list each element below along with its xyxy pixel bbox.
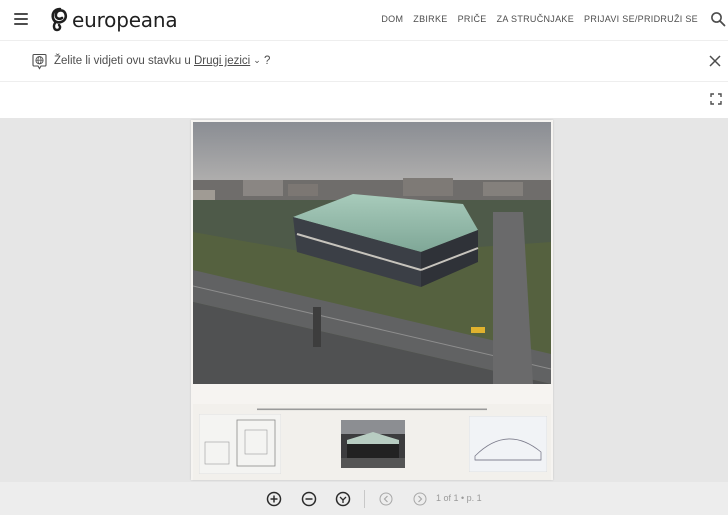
menu-icon[interactable] xyxy=(14,13,28,26)
main-photograph xyxy=(193,122,551,384)
image-viewer[interactable] xyxy=(0,118,728,482)
translation-prompt-suffix: ? xyxy=(260,55,271,67)
translation-prompt-prefix: Želite li vidjeti ovu stavku u xyxy=(54,55,194,67)
chevron-down-icon[interactable]: ⌄ xyxy=(253,55,261,66)
nav-item-zbirke[interactable]: ZBIRKE xyxy=(413,14,447,24)
nav-item-dom[interactable]: DOM xyxy=(381,14,403,24)
zoom-in-icon[interactable] xyxy=(266,491,282,507)
other-languages-link[interactable]: Drugi jezici xyxy=(194,55,250,67)
nav-item-prijavi-se[interactable]: PRIJAVI SE/PRIDRUŽI SE xyxy=(584,14,698,24)
section-drawing xyxy=(469,416,547,472)
reset-zoom-icon[interactable] xyxy=(335,491,351,507)
nav-item-za-strucnjake[interactable]: ZA STRUČNJAKE xyxy=(497,14,574,24)
floor-plan-drawing xyxy=(199,414,281,474)
translation-bar: Želite li vidjeti ovu stavku u Drugi jez… xyxy=(0,40,728,82)
viewer-controls: 1 of 1 • p. 1 xyxy=(0,482,728,515)
photo-sheet xyxy=(191,120,553,480)
fullscreen-icon[interactable] xyxy=(710,93,722,105)
controls-divider xyxy=(364,490,365,508)
close-icon[interactable] xyxy=(708,54,722,68)
contact-strip xyxy=(193,404,551,480)
search-icon[interactable] xyxy=(710,11,726,27)
previous-page-icon[interactable] xyxy=(378,491,394,507)
page-indicator: 1 of 1 • p. 1 xyxy=(436,493,482,503)
viewer-toolbar xyxy=(0,82,728,118)
logo-text: europeana xyxy=(72,8,178,32)
europeana-logo[interactable]: europeana xyxy=(50,7,178,33)
nav-item-price[interactable]: PRIČE xyxy=(458,14,487,24)
building-photo-thumbnail xyxy=(341,420,405,468)
main-nav: DOM ZBIRKE PRIČE ZA STRUČNJAKE PRIJAVI S… xyxy=(381,14,698,24)
next-page-icon[interactable] xyxy=(412,491,428,507)
zoom-out-icon[interactable] xyxy=(301,491,317,507)
strip-caption-text xyxy=(257,408,487,411)
translate-icon xyxy=(32,53,47,70)
top-header: europeana DOM ZBIRKE PRIČE ZA STRUČNJAKE… xyxy=(0,0,728,40)
europeana-logo-icon xyxy=(51,7,68,32)
translation-prompt: Želite li vidjeti ovu stavku u Drugi jez… xyxy=(54,55,270,67)
